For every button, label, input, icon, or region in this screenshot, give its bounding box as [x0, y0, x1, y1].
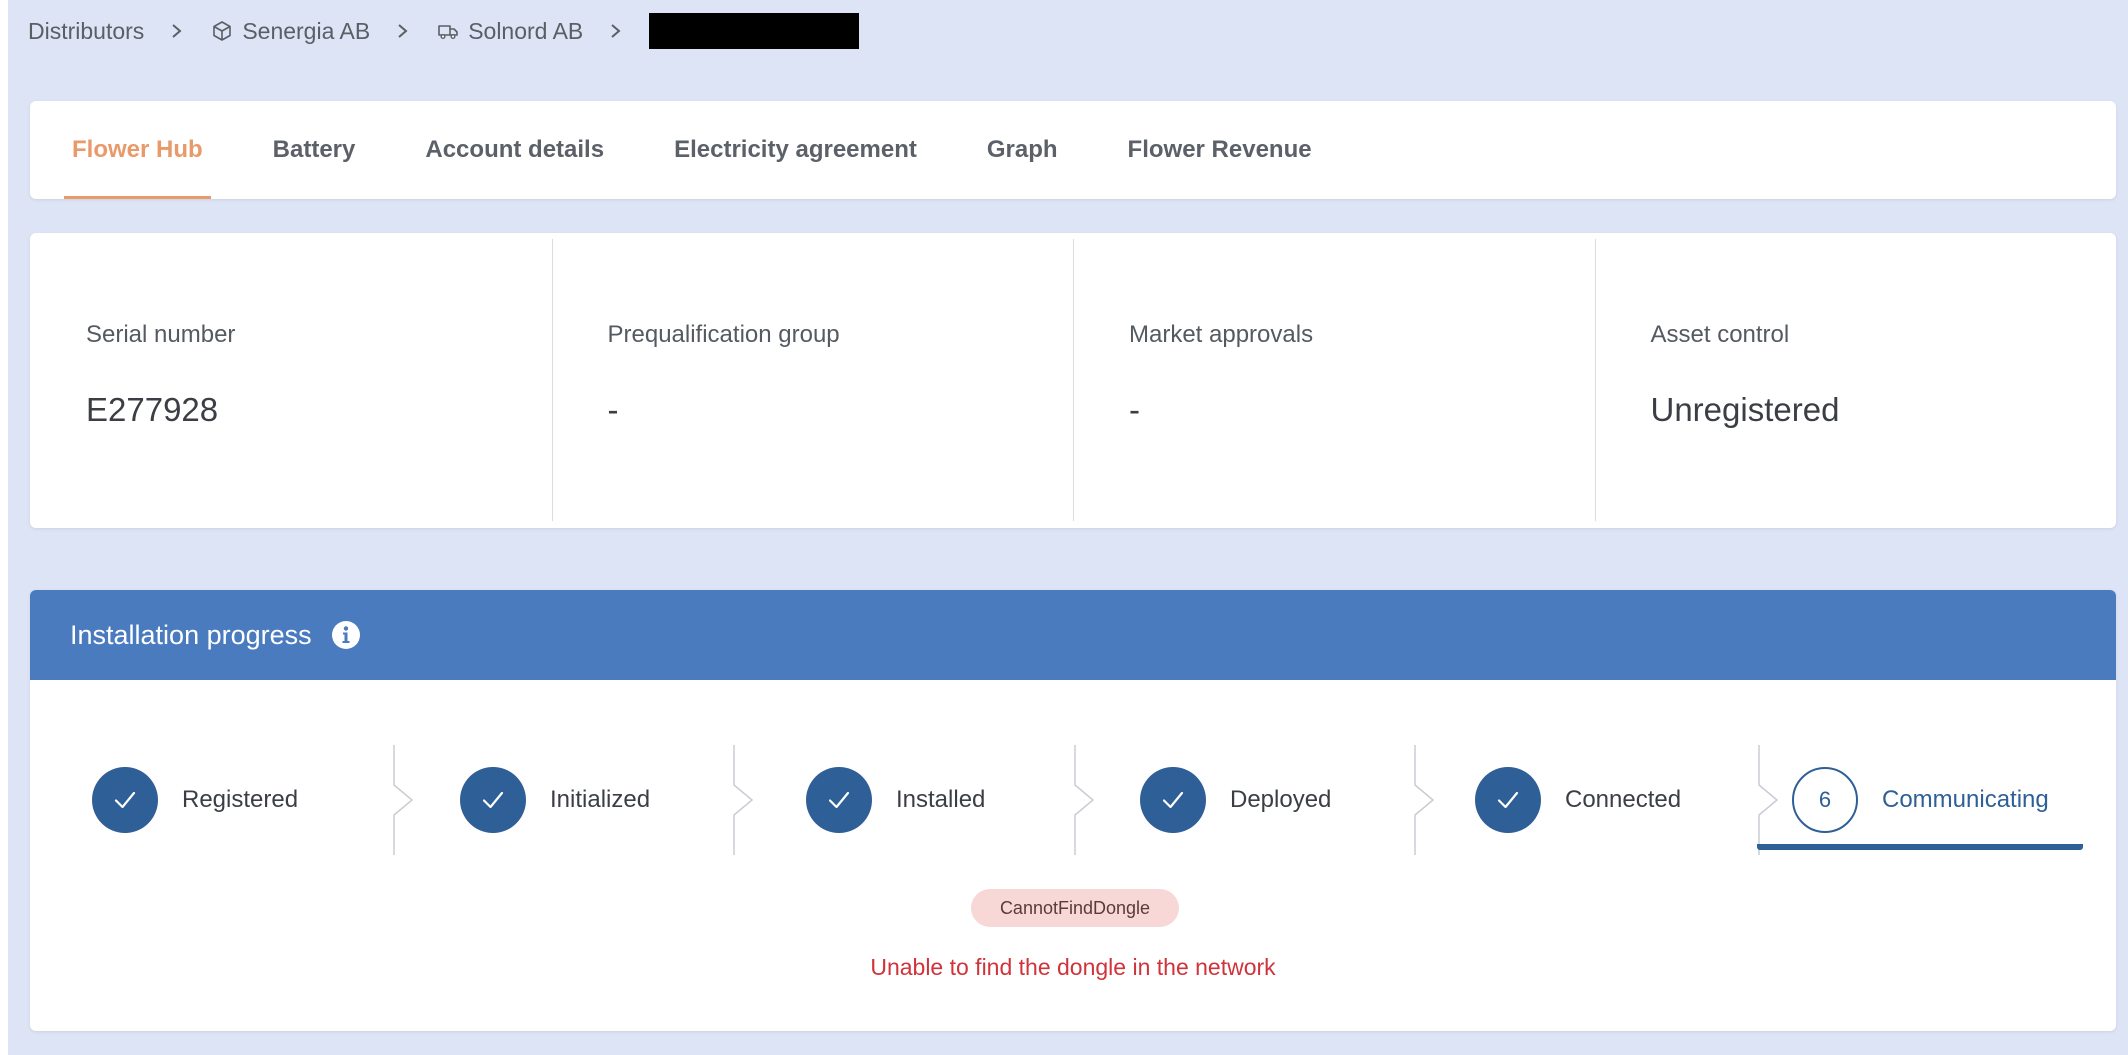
- page: Distributors Senergia AB Solnord AB Flow: [0, 0, 2128, 1055]
- step-separator: [393, 745, 414, 855]
- error-code-badge: CannotFindDongle: [971, 889, 1179, 927]
- asset-control-label: Asset control: [1650, 321, 1790, 348]
- tab-flower-hub[interactable]: Flower Hub: [64, 101, 211, 199]
- tab-account-details[interactable]: Account details: [425, 101, 604, 199]
- breadcrumb-label: Solnord AB: [468, 17, 584, 44]
- tab-electricity-agreement[interactable]: Electricity agreement: [674, 101, 917, 199]
- market-approvals-section: Market approvals -: [1073, 233, 1595, 528]
- step-label: Connected: [1565, 786, 1682, 813]
- step-label: Deployed: [1230, 786, 1332, 813]
- check-icon: [92, 767, 158, 833]
- prequalification-group-section: Prequalification group -: [551, 233, 1074, 528]
- error-message: Unable to find the dongle in the network: [870, 954, 1276, 980]
- serial-number-section: Serial number E277928: [30, 233, 552, 528]
- step-registered: Registered: [92, 745, 298, 855]
- step-label: Installed: [896, 786, 986, 813]
- truck-icon: [436, 19, 460, 43]
- serial-number-label: Serial number: [86, 321, 236, 348]
- check-icon: [1475, 767, 1541, 833]
- installation-progress-card: Installation progress Registered Initial…: [30, 590, 2116, 1031]
- chevron-right-icon: [170, 20, 184, 42]
- check-icon: [1140, 767, 1206, 833]
- tab-battery[interactable]: Battery: [273, 101, 356, 199]
- step-number-badge: 6: [1792, 767, 1858, 833]
- asset-control-value: Unregistered: [1650, 391, 1840, 428]
- info-icon[interactable]: [330, 619, 362, 651]
- market-approvals-value: -: [1129, 391, 1140, 428]
- asset-control-section: Asset control Unregistered: [1594, 233, 2117, 528]
- installation-progress-title: Installation progress: [70, 619, 312, 650]
- prequalification-group-label: Prequalification group: [607, 321, 840, 348]
- step-separator: [733, 745, 754, 855]
- tab-bar: Flower Hub Battery Account details Elect…: [30, 101, 2116, 199]
- market-approvals-label: Market approvals: [1129, 321, 1314, 348]
- installation-progress-header: Installation progress: [30, 590, 2116, 680]
- breadcrumb-solnord[interactable]: Solnord AB: [436, 18, 583, 45]
- breadcrumb-senergia[interactable]: Senergia AB: [210, 18, 370, 45]
- step-label: Registered: [182, 786, 299, 813]
- tab-graph[interactable]: Graph: [987, 101, 1058, 199]
- step-separator: [1074, 745, 1095, 855]
- step-separator: [1758, 745, 1779, 855]
- progress-steps: Registered Initialized Installed Deploye…: [30, 745, 2116, 855]
- step-separator: [1414, 745, 1435, 855]
- prequalification-group-value: -: [607, 391, 619, 428]
- tab-flower-revenue[interactable]: Flower Revenue: [1128, 101, 1312, 199]
- current-step-indicator: [1757, 844, 2083, 850]
- step-connected: Connected: [1475, 745, 1681, 855]
- step-communicating: 6 Communicating: [1792, 745, 2049, 855]
- step-label: Initialized: [550, 786, 651, 813]
- breadcrumb-label: Distributors: [28, 17, 145, 44]
- serial-number-value: E277928: [86, 391, 219, 428]
- check-icon: [460, 767, 526, 833]
- check-icon: [806, 767, 872, 833]
- step-label: Communicating: [1882, 786, 2049, 813]
- step-installed: Installed: [806, 745, 985, 855]
- breadcrumb: Distributors Senergia AB Solnord AB: [28, 10, 860, 52]
- chevron-right-icon: [609, 20, 623, 42]
- breadcrumb-label: Senergia AB: [242, 17, 371, 44]
- step-deployed: Deployed: [1140, 745, 1331, 855]
- breadcrumb-redacted-item[interactable]: [649, 13, 860, 49]
- cube-icon: [210, 19, 234, 43]
- step-initialized: Initialized: [460, 745, 650, 855]
- left-edge: [0, 0, 8, 1055]
- hub-info-card: Serial number E277928 Prequalification g…: [30, 233, 2116, 528]
- breadcrumb-distributors[interactable]: Distributors: [28, 18, 144, 45]
- chevron-right-icon: [396, 20, 410, 42]
